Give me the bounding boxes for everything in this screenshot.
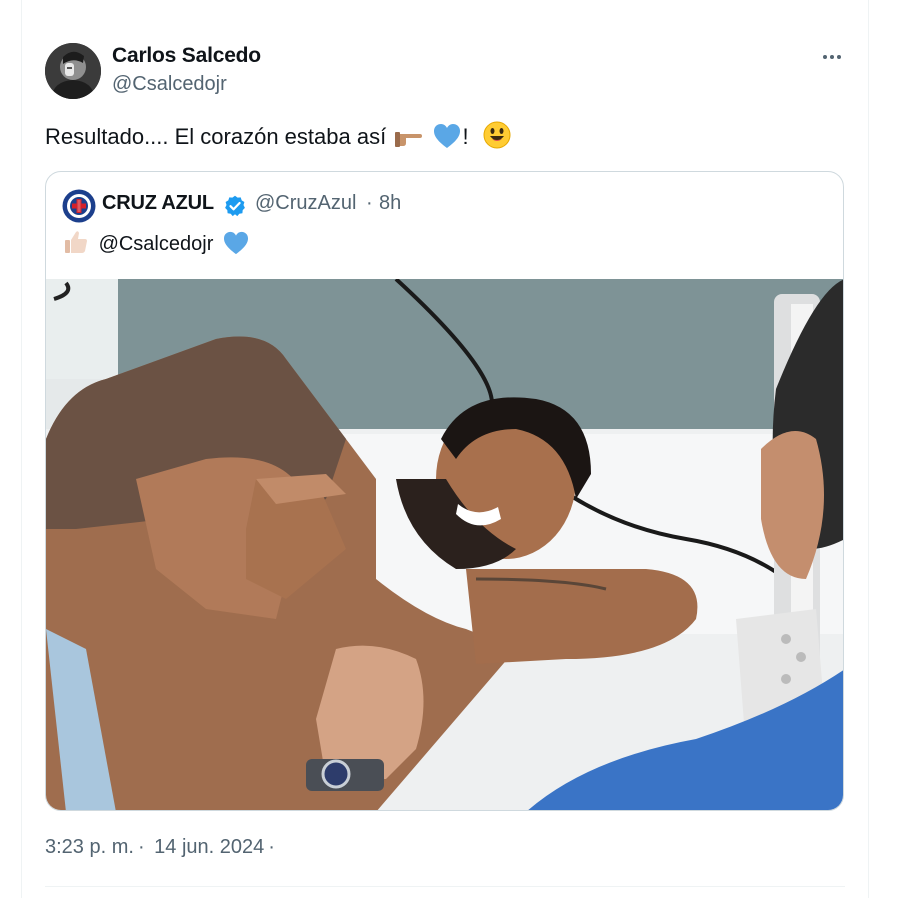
quoted-timestamp[interactable]: 8h bbox=[379, 192, 401, 215]
left-divider bbox=[21, 0, 22, 898]
quoted-separator: · bbox=[366, 192, 373, 214]
right-divider bbox=[868, 0, 869, 898]
bottom-divider bbox=[45, 886, 845, 887]
blue-heart-icon bbox=[434, 124, 461, 148]
author-avatar[interactable] bbox=[45, 43, 101, 99]
timestamp-time: 3:23 p. m. bbox=[45, 836, 134, 858]
author-handle[interactable]: @Csalcedojr bbox=[112, 73, 227, 96]
cruz-azul-logo-icon bbox=[62, 189, 96, 223]
tweet-timestamp[interactable]: 3:23 p. m. · 14 jun. 2024 · bbox=[45, 836, 279, 859]
tweet-photo[interactable] bbox=[46, 279, 844, 811]
thumbs-up-icon bbox=[65, 231, 87, 253]
author-name[interactable]: Carlos Salcedo bbox=[112, 44, 261, 68]
blue-heart-icon bbox=[223, 231, 248, 255]
more-icon[interactable] bbox=[812, 42, 852, 72]
timestamp-separator: · bbox=[137, 836, 145, 858]
tweet-exclamation: ! bbox=[462, 124, 469, 149]
timestamp-separator-2: · bbox=[268, 836, 275, 858]
pointing-hand-icon bbox=[395, 132, 423, 147]
quoted-tweet-card[interactable]: CRUZ AZUL @CruzAzul · 8h @Csalcedojr bbox=[45, 171, 844, 811]
quoted-author-handle[interactable]: @CruzAzul bbox=[255, 192, 356, 215]
smiley-icon bbox=[483, 121, 511, 149]
quoted-mention[interactable]: @Csalcedojr bbox=[99, 233, 214, 255]
verified-badge-icon bbox=[225, 195, 245, 217]
tweet-text: Resultado.... El corazón estaba así ! bbox=[45, 120, 512, 154]
tweet-text-body: Resultado.... El corazón estaba así bbox=[45, 124, 387, 149]
quoted-body: @Csalcedojr bbox=[62, 229, 250, 259]
timestamp-date: 14 jun. 2024 bbox=[154, 836, 265, 858]
quoted-author-name[interactable]: CRUZ AZUL bbox=[102, 192, 214, 215]
